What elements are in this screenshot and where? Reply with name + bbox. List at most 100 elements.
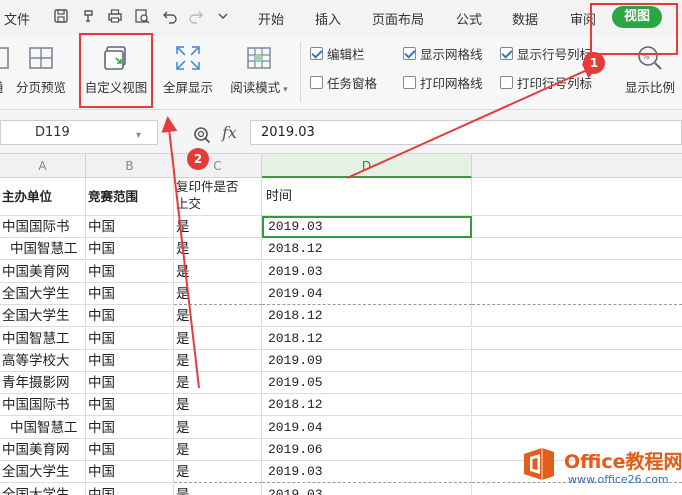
tab-insert[interactable]: 插入: [315, 9, 341, 28]
redo-icon[interactable]: [187, 8, 205, 26]
cell-copy-submitted[interactable]: 是: [174, 484, 262, 495]
cell-time[interactable]: 2019.09: [262, 350, 472, 372]
cell-copy-submitted[interactable]: 是: [174, 261, 262, 283]
empty-cell[interactable]: [472, 178, 682, 216]
cell-empty[interactable]: [472, 305, 682, 327]
cell-time[interactable]: 2019.06: [262, 439, 472, 461]
cell-time[interactable]: 2018.12: [262, 394, 472, 416]
cell-scope[interactable]: 中国: [86, 261, 174, 283]
checkbox-task-pane-box[interactable]: [310, 76, 323, 89]
cell-empty[interactable]: [472, 283, 682, 305]
cell-time[interactable]: 2019.03: [262, 484, 472, 495]
column-header-a[interactable]: A: [0, 154, 86, 178]
cell-copy-submitted[interactable]: 是: [174, 394, 262, 416]
header-cell-organizer[interactable]: 主办单位: [0, 178, 86, 216]
checkbox-print-gridlines[interactable]: 打印网格线: [403, 73, 483, 92]
cell-scope[interactable]: 中国: [86, 238, 174, 260]
checkbox-show-headings[interactable]: 显示行号列标: [500, 44, 592, 63]
cell-scope[interactable]: 中国: [86, 283, 174, 305]
cell-scope[interactable]: 中国: [86, 328, 174, 350]
cell-scope[interactable]: 中国: [86, 439, 174, 461]
cell-copy-submitted[interactable]: 是: [174, 372, 262, 394]
cell-organizer[interactable]: 高等学校大: [0, 350, 86, 372]
cell-empty[interactable]: [472, 417, 682, 439]
magnifier-icon[interactable]: [193, 126, 211, 144]
cell-organizer[interactable]: 中国美育网: [0, 261, 86, 283]
cell-scope[interactable]: 中国: [86, 484, 174, 495]
print-preview-icon[interactable]: [133, 8, 151, 26]
cell-empty[interactable]: [472, 216, 682, 238]
checkbox-formula-bar-box[interactable]: [310, 47, 323, 60]
print-icon[interactable]: [106, 8, 124, 26]
menu-file[interactable]: 文件: [4, 9, 30, 28]
page-break-preview-button[interactable]: 分页预览: [12, 40, 70, 96]
name-box[interactable]: D119: [0, 120, 158, 145]
checkbox-show-gridlines[interactable]: 显示网格线: [403, 44, 483, 63]
checkbox-show-gridlines-box[interactable]: [403, 47, 416, 60]
formula-input[interactable]: 2019.03: [250, 120, 682, 145]
cell-time[interactable]: 2018.12: [262, 305, 472, 327]
cell-scope[interactable]: 中国: [86, 394, 174, 416]
full-screen-button[interactable]: 全屏显示: [158, 40, 218, 96]
cell-empty[interactable]: [472, 328, 682, 350]
tab-home[interactable]: 开始: [258, 9, 284, 28]
cell-time[interactable]: 2019.04: [262, 417, 472, 439]
cell-organizer[interactable]: 中国智慧工: [0, 238, 86, 260]
header-cell-copy-submitted[interactable]: 复印件是否 上交: [174, 178, 262, 216]
header-cell-time[interactable]: 时间: [262, 178, 472, 216]
cell-time[interactable]: 2019.03: [262, 461, 472, 483]
cell-empty[interactable]: [472, 238, 682, 260]
checkbox-print-gridlines-box[interactable]: [403, 76, 416, 89]
cell-copy-submitted[interactable]: 是: [174, 305, 262, 327]
checkbox-formula-bar[interactable]: 编辑栏: [310, 44, 365, 63]
tab-page-layout[interactable]: 页面布局: [372, 9, 424, 28]
cell-organizer[interactable]: 青年摄影网: [0, 372, 86, 394]
cell-copy-submitted[interactable]: 是: [174, 238, 262, 260]
cell-empty[interactable]: [472, 372, 682, 394]
cell-organizer[interactable]: 全国大学生: [0, 461, 86, 483]
cell-time[interactable]: 2019.05: [262, 372, 472, 394]
fx-icon[interactable]: fx: [222, 123, 237, 142]
tab-formulas[interactable]: 公式: [456, 9, 482, 28]
cell-organizer[interactable]: 中国美育网: [0, 439, 86, 461]
dropdown-icon[interactable]: [214, 8, 232, 26]
cell-organizer[interactable]: 中国国际书: [0, 216, 86, 238]
cell-scope[interactable]: 中国: [86, 372, 174, 394]
cell-organizer[interactable]: 中国国际书: [0, 394, 86, 416]
reading-mode-button[interactable]: 阅读模式 ▾: [226, 40, 292, 96]
cell-time[interactable]: 2019.03: [262, 261, 472, 283]
normal-view-button[interactable]: 通: [0, 40, 9, 96]
name-box-dropdown-icon[interactable]: ▾: [136, 130, 141, 141]
format-painter-icon[interactable]: [80, 8, 98, 26]
cell-time[interactable]: 2018.12: [262, 328, 472, 350]
cell-time[interactable]: 2018.12: [262, 238, 472, 260]
cell-copy-submitted[interactable]: 是: [174, 283, 262, 305]
cell-empty[interactable]: [472, 350, 682, 372]
cell-empty[interactable]: [472, 394, 682, 416]
column-header-e[interactable]: [472, 154, 682, 178]
save-icon[interactable]: [52, 8, 70, 26]
checkbox-task-pane[interactable]: 任务窗格: [310, 73, 377, 92]
cell-scope[interactable]: 中国: [86, 305, 174, 327]
cell-time[interactable]: 2019.04: [262, 283, 472, 305]
cell-copy-submitted[interactable]: 是: [174, 216, 262, 238]
cell-organizer[interactable]: 全国大学生: [0, 305, 86, 327]
cell-copy-submitted[interactable]: 是: [174, 328, 262, 350]
cell-copy-submitted[interactable]: 是: [174, 417, 262, 439]
cell-organizer[interactable]: 中国智慧工: [0, 417, 86, 439]
checkbox-print-headings-box[interactable]: [500, 76, 513, 89]
checkbox-print-headings[interactable]: 打印行号列标: [500, 73, 592, 92]
cell-organizer[interactable]: 全国大学生: [0, 283, 86, 305]
cell-scope[interactable]: 中国: [86, 461, 174, 483]
header-cell-scope[interactable]: 竞赛范围: [86, 178, 174, 216]
cell-scope[interactable]: 中国: [86, 417, 174, 439]
cell-copy-submitted[interactable]: 是: [174, 350, 262, 372]
column-header-b[interactable]: B: [86, 154, 174, 178]
column-header-d[interactable]: D: [262, 154, 472, 178]
tab-data[interactable]: 数据: [512, 9, 538, 28]
cell-copy-submitted[interactable]: 是: [174, 439, 262, 461]
cell-organizer[interactable]: 中国智慧工: [0, 328, 86, 350]
cell-empty[interactable]: [472, 261, 682, 283]
undo-icon[interactable]: [161, 8, 179, 26]
cell-time[interactable]: 2019.03: [262, 216, 472, 238]
